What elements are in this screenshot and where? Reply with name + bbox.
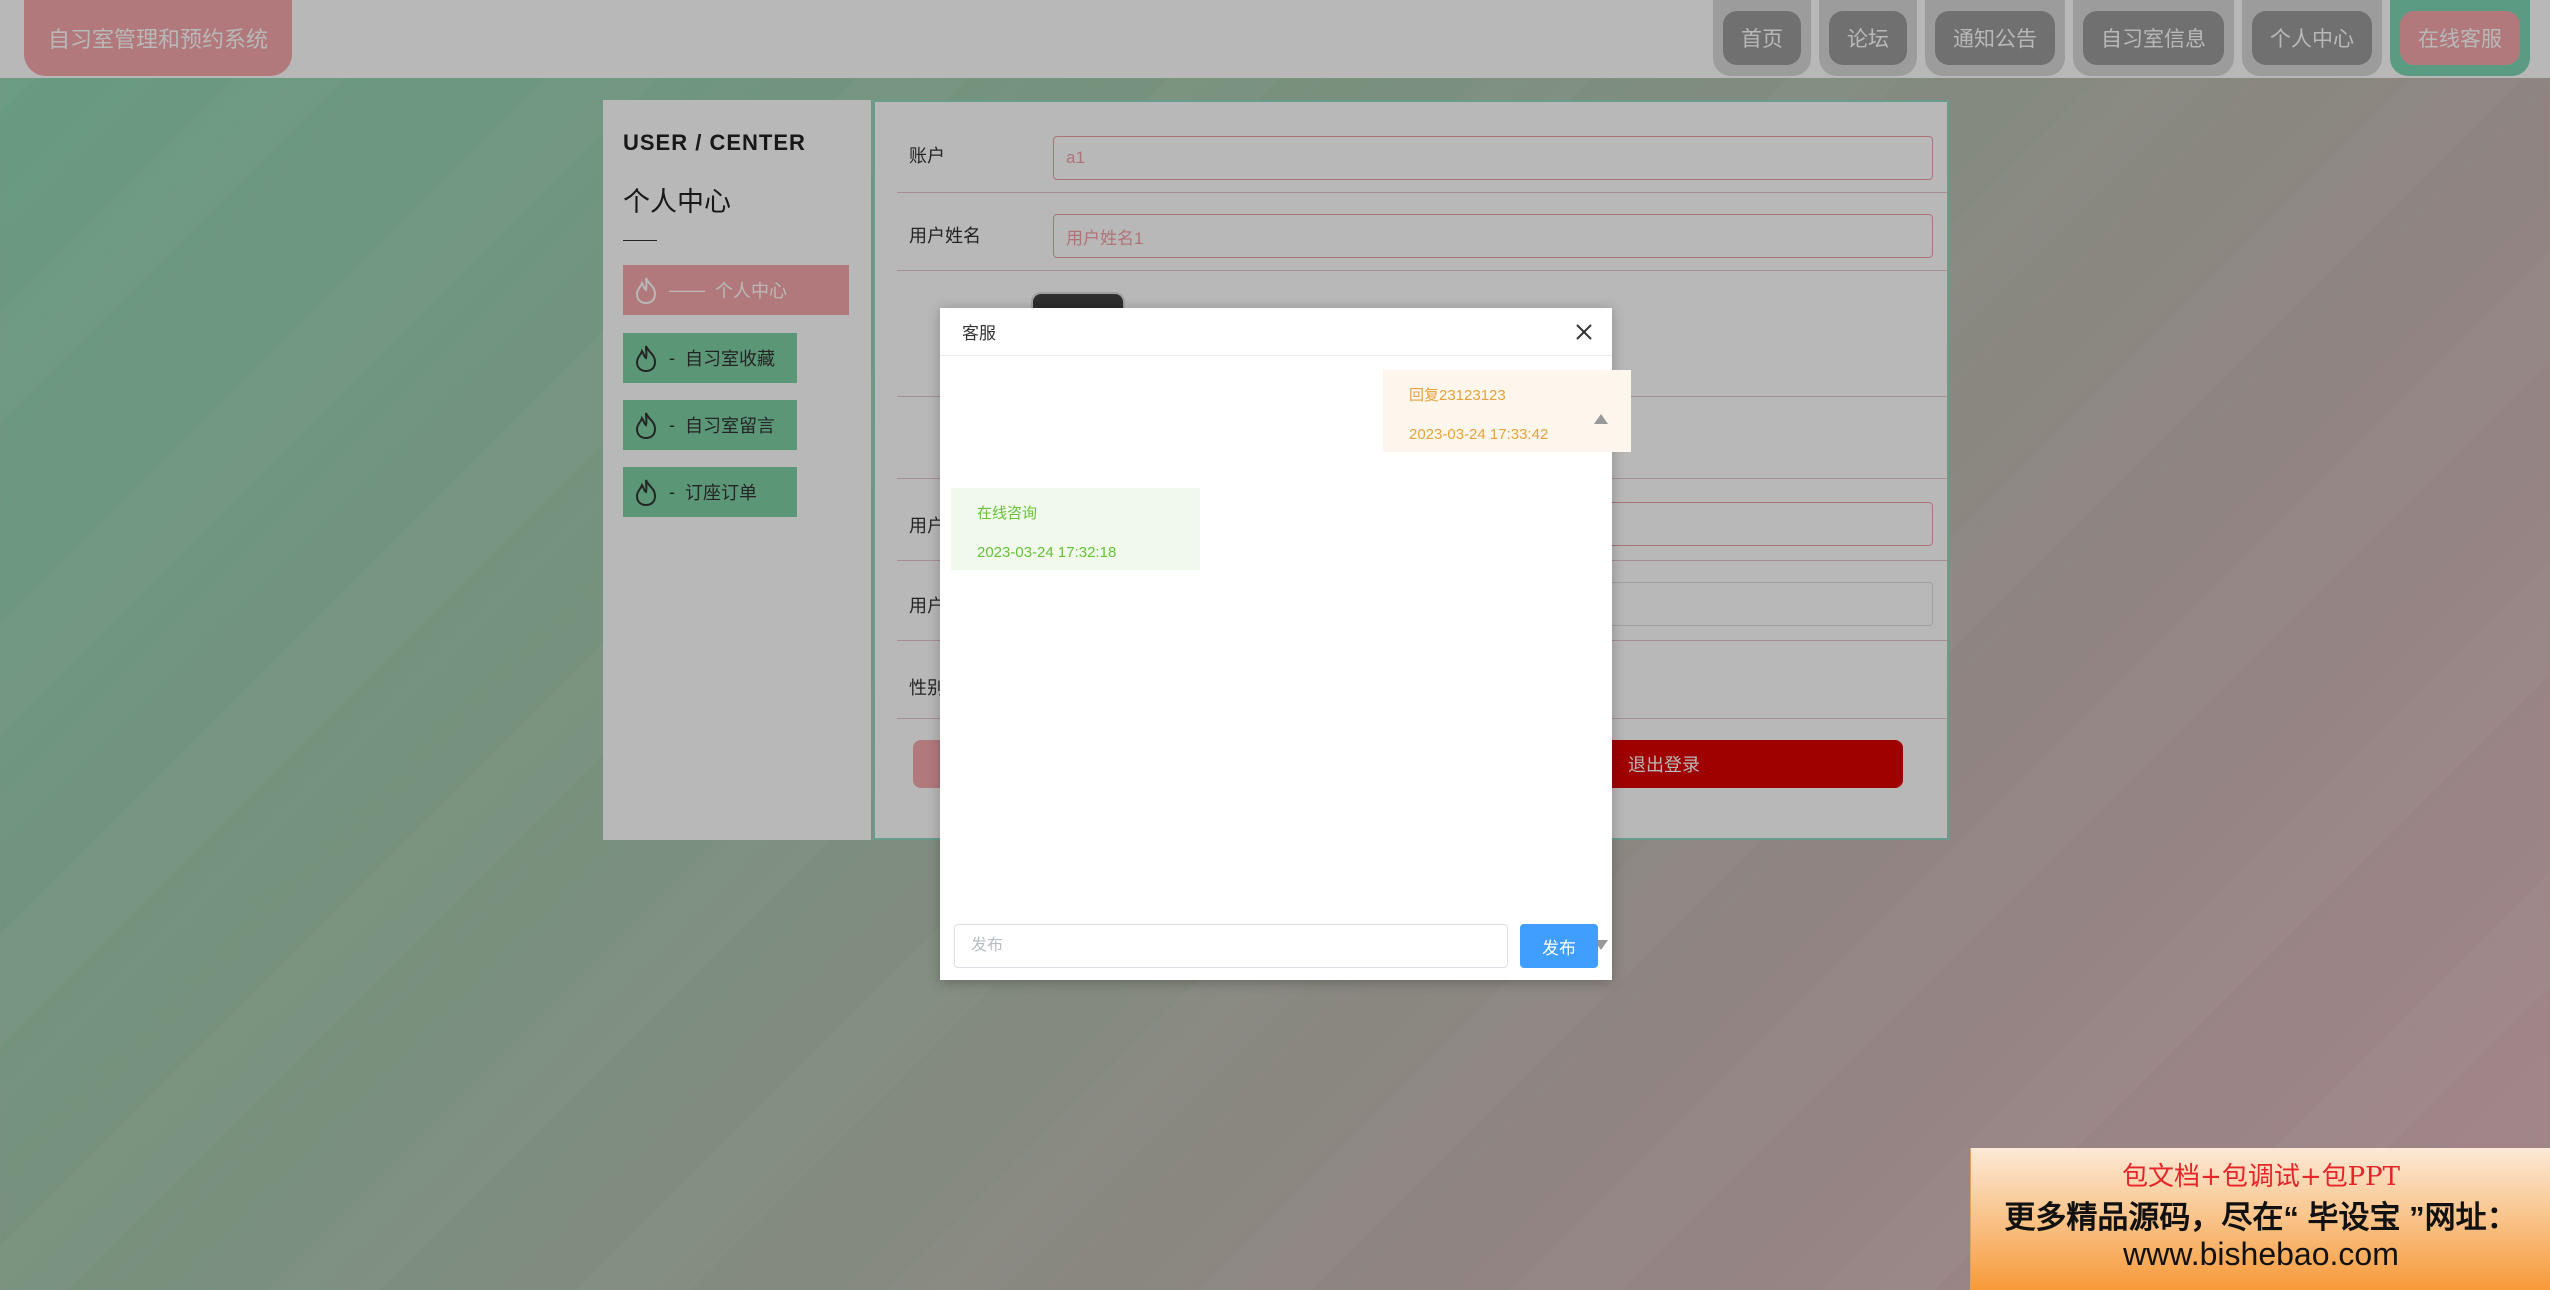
message-text: 回复23123123 [1409,387,1506,404]
message-bubble-reply: 回复23123123 2023-03-24 17:33:42 [1383,370,1631,452]
close-icon[interactable] [1574,322,1594,342]
banner-line-1: 包文档+包调试+包PPT [2122,1162,2400,1192]
message-text: 在线咨询 [977,505,1038,522]
send-button[interactable]: 发布 [1520,924,1598,968]
banner-line-3: www.bishebao.com [2123,1236,2399,1272]
promo-banner: 包文档+包调试+包PPT 更多精品源码，尽在“ 毕设宝 ”网址： www.bis… [1970,1148,2550,1290]
message-time: 2023-03-24 17:33:42 [1409,426,1549,443]
scroll-up-arrow-icon[interactable] [1594,414,1608,424]
message-input[interactable] [954,924,1508,968]
message-time: 2023-03-24 17:32:18 [977,544,1117,561]
message-list[interactable]: 回复23123123 2023-03-24 17:33:42 在线咨询 2023… [940,356,1631,950]
message-bubble-question: 在线咨询 2023-03-24 17:32:18 [951,488,1200,570]
dialog-title: 客服 [962,324,996,343]
banner-line-2: 更多精品源码，尽在“ 毕设宝 ”网址： [2004,1200,2518,1235]
dialog-header: 客服 [940,308,1612,356]
customer-service-dialog: 客服 回复23123123 2023-03-24 17:33:42 在线咨询 2… [940,308,1631,980]
